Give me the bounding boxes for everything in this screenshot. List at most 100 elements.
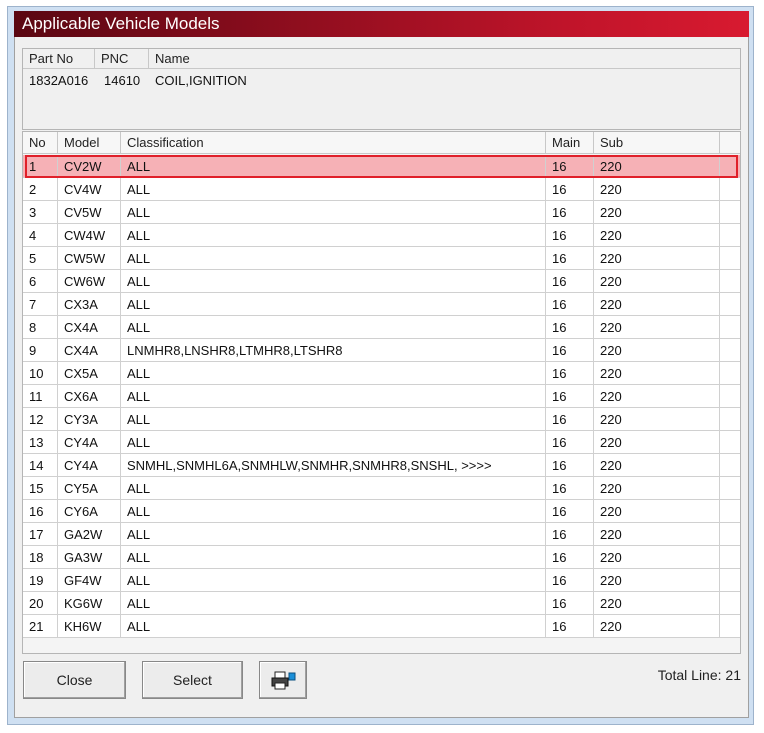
cell-classification: ALL	[121, 615, 546, 638]
cell-sub: 220	[594, 523, 720, 546]
cell-spacer	[720, 201, 740, 224]
cell-model: CY4A	[58, 454, 121, 477]
cell-no: 2	[23, 178, 58, 201]
cell-no: 7	[23, 293, 58, 316]
print-button[interactable]	[259, 661, 307, 699]
table-row[interactable]: 9 CX4A LNMHR8,LNSHR8,LTMHR8,LTSHR8 16 220	[23, 339, 740, 362]
table-row[interactable]: 18 GA3W ALL 16 220	[23, 546, 740, 569]
cell-model: KG6W	[58, 592, 121, 615]
table-row[interactable]: 2 CV4W ALL 16 220	[23, 178, 740, 201]
cell-main: 16	[546, 224, 594, 247]
cell-spacer	[720, 293, 740, 316]
table-row[interactable]: 6 CW6W ALL 16 220	[23, 270, 740, 293]
total-lines-label: Total Line: 21	[657, 667, 741, 683]
cell-main: 16	[546, 201, 594, 224]
cell-spacer	[720, 569, 740, 592]
close-button[interactable]: Close	[23, 661, 126, 699]
cell-no: 19	[23, 569, 58, 592]
cell-spacer	[720, 316, 740, 339]
cell-no: 18	[23, 546, 58, 569]
title-bar: Applicable Vehicle Models	[14, 11, 749, 37]
cell-sub: 220	[594, 408, 720, 431]
cell-classification: ALL	[121, 270, 546, 293]
cell-spacer	[720, 615, 740, 638]
cell-classification: ALL	[121, 201, 546, 224]
cell-spacer	[720, 431, 740, 454]
cell-spacer	[720, 385, 740, 408]
cell-sub: 220	[594, 293, 720, 316]
cell-model: CX4A	[58, 316, 121, 339]
table-row[interactable]: 5 CW5W ALL 16 220	[23, 247, 740, 270]
cell-spacer	[720, 362, 740, 385]
column-header-sub[interactable]: Sub	[594, 132, 720, 154]
cell-model: KH6W	[58, 615, 121, 638]
select-button[interactable]: Select	[142, 661, 243, 699]
cell-main: 16	[546, 339, 594, 362]
column-header-no[interactable]: No	[23, 132, 58, 154]
table-row[interactable]: 21 KH6W ALL 16 220	[23, 615, 740, 638]
cell-classification: ALL	[121, 569, 546, 592]
cell-model: CY5A	[58, 477, 121, 500]
table-row[interactable]: 15 CY5A ALL 16 220	[23, 477, 740, 500]
cell-sub: 220	[594, 615, 720, 638]
table-row[interactable]: 11 CX6A ALL 16 220	[23, 385, 740, 408]
window-title: Applicable Vehicle Models	[22, 14, 220, 33]
cell-model: CV4W	[58, 178, 121, 201]
cell-main: 16	[546, 523, 594, 546]
table-row[interactable]: 4 CW4W ALL 16 220	[23, 224, 740, 247]
cell-main: 16	[546, 385, 594, 408]
table-row[interactable]: 19 GF4W ALL 16 220	[23, 569, 740, 592]
cell-no: 17	[23, 523, 58, 546]
table-row[interactable]: 20 KG6W ALL 16 220	[23, 592, 740, 615]
part-info-panel: Part No PNC Name 1832A016 14610 COIL,IGN…	[22, 48, 741, 130]
table-row[interactable]: 10 CX5A ALL 16 220	[23, 362, 740, 385]
cell-main: 16	[546, 270, 594, 293]
column-header-main[interactable]: Main	[546, 132, 594, 154]
cell-no: 16	[23, 500, 58, 523]
table-row[interactable]: 13 CY4A ALL 16 220	[23, 431, 740, 454]
pnc-header: PNC	[95, 49, 149, 69]
cell-main: 16	[546, 362, 594, 385]
table-row[interactable]: 8 CX4A ALL 16 220	[23, 316, 740, 339]
table-row[interactable]: 17 GA2W ALL 16 220	[23, 523, 740, 546]
cell-main: 16	[546, 247, 594, 270]
cell-sub: 220	[594, 477, 720, 500]
printer-icon	[271, 671, 296, 690]
cell-classification: ALL	[121, 408, 546, 431]
cell-main: 16	[546, 155, 594, 178]
cell-no: 5	[23, 247, 58, 270]
cell-model: CW6W	[58, 270, 121, 293]
cell-sub: 220	[594, 362, 720, 385]
cell-main: 16	[546, 615, 594, 638]
cell-sub: 220	[594, 178, 720, 201]
cell-main: 16	[546, 477, 594, 500]
table-row[interactable]: 12 CY3A ALL 16 220	[23, 408, 740, 431]
cell-model: CY3A	[58, 408, 121, 431]
cell-no: 6	[23, 270, 58, 293]
table-row[interactable]: 7 CX3A ALL 16 220	[23, 293, 740, 316]
column-header-spacer	[720, 132, 740, 154]
cell-no: 14	[23, 454, 58, 477]
cell-main: 16	[546, 454, 594, 477]
cell-main: 16	[546, 293, 594, 316]
table-row[interactable]: 1 CV2W ALL 16 220	[23, 155, 740, 178]
table-row[interactable]: 14 CY4A SNMHL,SNMHL6A,SNMHLW,SNMHR,SNMHR8,…	[23, 454, 740, 477]
cell-main: 16	[546, 592, 594, 615]
cell-classification: SNMHL,SNMHL6A,SNMHLW,SNMHR,SNMHR8,SNSHL,…	[121, 454, 546, 477]
table-row[interactable]: 3 CV5W ALL 16 220	[23, 201, 740, 224]
cell-classification: ALL	[121, 592, 546, 615]
cell-sub: 220	[594, 431, 720, 454]
cell-spacer	[720, 155, 740, 178]
cell-model: CX3A	[58, 293, 121, 316]
cell-main: 16	[546, 178, 594, 201]
cell-model: GA3W	[58, 546, 121, 569]
cell-main: 16	[546, 500, 594, 523]
cell-no: 13	[23, 431, 58, 454]
column-header-model[interactable]: Model	[58, 132, 121, 154]
cell-classification: ALL	[121, 385, 546, 408]
cell-classification: ALL	[121, 523, 546, 546]
table-row[interactable]: 16 CY6A ALL 16 220	[23, 500, 740, 523]
column-header-classification[interactable]: Classification	[121, 132, 546, 154]
cell-classification: ALL	[121, 477, 546, 500]
cell-classification: ALL	[121, 247, 546, 270]
